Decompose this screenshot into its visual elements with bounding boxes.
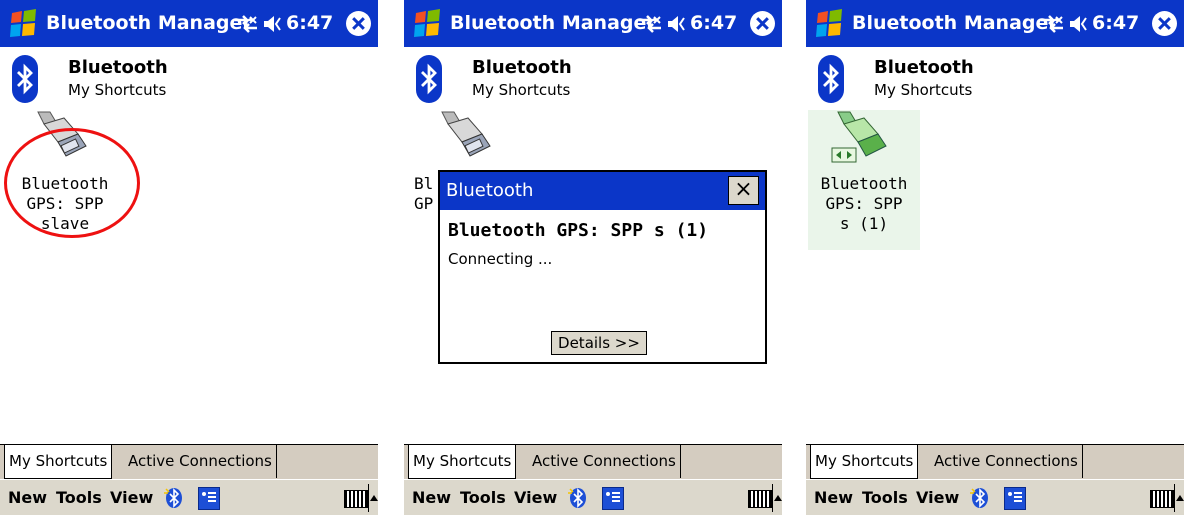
app-title: Bluetooth [472,57,572,78]
menu-bar: New Tools View [404,479,782,515]
menu-view[interactable]: View [916,488,959,507]
tab-my-shortcuts[interactable]: My Shortcuts [4,445,113,479]
contacts-icon[interactable] [198,487,220,510]
tab-my-shortcuts[interactable]: My Shortcuts [408,445,517,479]
title-bar: Bluetooth Manager 6:47 [806,0,1184,47]
bluetooth-icon[interactable] [164,487,184,509]
title-bar: Bluetooth Manager 6:47 [0,0,378,47]
contacts-icon[interactable] [602,487,624,510]
tab-bar: My Shortcuts Active Connections [404,444,782,479]
menu-new[interactable]: New [8,488,47,507]
divider [368,484,369,512]
serial-plug-icon [441,111,491,157]
app-title: Bluetooth [874,57,974,78]
bluetooth-logo-icon [818,55,844,103]
tab-bar: My Shortcuts Active Connections [0,444,378,479]
bluetooth-icon[interactable] [568,487,588,509]
screen-2: Bluetooth Manager 6:47 Bluetooth My Shor… [404,0,782,515]
menu-tools[interactable]: Tools [460,488,506,507]
dialog-close-button[interactable]: × [728,176,759,205]
connectivity-icon[interactable] [1039,12,1065,36]
tab-active-connections[interactable]: Active Connections [528,445,681,478]
menu-tools[interactable]: Tools [56,488,102,507]
windows-start-icon[interactable] [412,9,444,39]
window-title: Bluetooth Manager [450,12,656,34]
screen-3: Bluetooth Manager 6:47 Bluetooth My Shor… [806,0,1184,515]
sip-arrow-icon[interactable] [1176,495,1184,501]
shortcut-label: Bluetooth GPS: SPP s (1) [820,174,908,233]
tab-active-connections[interactable]: Active Connections [930,445,1083,478]
volume-icon[interactable] [262,13,282,35]
sip-arrow-icon[interactable] [774,495,782,501]
bluetooth-connect-dialog: Bluetooth × Bluetooth GPS: SPP s (1) Con… [438,170,767,364]
dialog-title-bar: Bluetooth × [440,172,765,210]
bluetooth-icon[interactable] [970,487,990,509]
dialog-heading: Bluetooth GPS: SPP s (1) [448,220,709,241]
clock[interactable]: 6:47 [286,12,333,34]
tab-bar: My Shortcuts Active Connections [806,444,1184,479]
shortcut-bluetooth-gps-connected[interactable]: Bluetooth GPS: SPP s (1) [808,110,920,250]
menu-new[interactable]: New [412,488,451,507]
clock[interactable]: 6:47 [1092,12,1139,34]
screen-1: Bluetooth Manager 6:47 Bluetooth My Shor… [0,0,378,515]
volume-icon[interactable] [666,13,686,35]
serial-plug-connected-icon [831,111,887,163]
keyboard-icon[interactable] [748,490,772,508]
menu-new[interactable]: New [814,488,853,507]
contacts-icon[interactable] [1004,487,1026,510]
tab-my-shortcuts[interactable]: My Shortcuts [810,445,919,479]
menu-view[interactable]: View [110,488,153,507]
keyboard-icon[interactable] [344,490,368,508]
divider [772,484,773,512]
bluetooth-logo-icon [12,55,38,103]
menu-tools[interactable]: Tools [862,488,908,507]
connectivity-icon[interactable] [637,12,663,36]
close-icon[interactable] [1152,11,1177,36]
app-subtitle: My Shortcuts [68,81,167,99]
menu-bar: New Tools View [806,479,1184,515]
clock[interactable]: 6:47 [690,12,737,34]
window-title: Bluetooth Manager [46,12,252,34]
title-bar: Bluetooth Manager 6:47 [404,0,782,47]
bluetooth-logo-icon [416,55,442,103]
tab-active-connections[interactable]: Active Connections [124,445,277,478]
dialog-status: Connecting ... [448,250,553,268]
app-subtitle: My Shortcuts [472,81,571,99]
volume-icon[interactable] [1068,13,1088,35]
window-title: Bluetooth Manager [852,12,1058,34]
close-icon[interactable] [346,11,371,36]
divider [1174,484,1175,512]
details-button[interactable]: Details >> [551,331,647,355]
highlight-circle [4,128,140,238]
windows-start-icon[interactable] [814,9,846,39]
app-subtitle: My Shortcuts [874,81,973,99]
menu-view[interactable]: View [514,488,557,507]
dialog-title: Bluetooth [446,180,534,201]
close-icon[interactable] [750,11,775,36]
sip-arrow-icon[interactable] [370,495,378,501]
app-title: Bluetooth [68,57,168,78]
windows-start-icon[interactable] [8,9,40,39]
menu-bar: New Tools View [0,479,378,515]
keyboard-icon[interactable] [1150,490,1174,508]
connectivity-icon[interactable] [233,12,259,36]
